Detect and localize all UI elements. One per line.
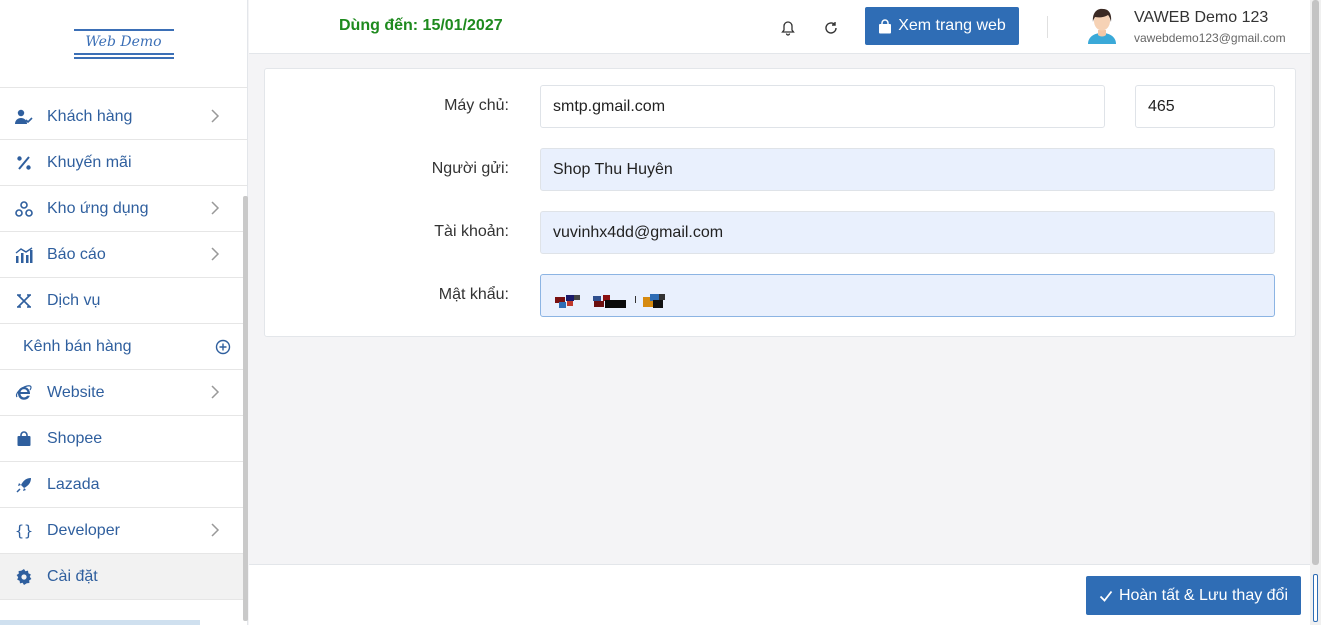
chevron-right-icon [211, 109, 220, 123]
sidebar-item-label: Khách hàng [47, 107, 133, 125]
sidebar-item-label: Developer [47, 521, 120, 539]
chevron-right-icon [211, 247, 220, 261]
page-scrollbar[interactable] [1310, 0, 1321, 625]
password-input[interactable] [540, 274, 1275, 317]
logo[interactable]: Web Demo [73, 27, 174, 61]
chevron-right-icon [211, 385, 220, 399]
apps-icon [14, 199, 34, 219]
sidebar-menu: Khách hàng Khuyến mãi Kho ứng dụng Báo c… [0, 94, 247, 600]
sender-input[interactable]: Shop Thu Huyên [540, 148, 1275, 191]
expiry-date: Dùng đến: 15/01/2027 [339, 17, 503, 34]
refresh-icon[interactable] [823, 20, 839, 36]
sidebar-item-label: Khuyến mãi [47, 153, 132, 171]
service-icon [14, 291, 34, 311]
account-label: Tài khoản: [434, 223, 509, 240]
sidebar-item-khach-hang[interactable]: Khách hàng [0, 94, 247, 140]
port-input[interactable]: 465 [1135, 85, 1275, 128]
user-check-icon [14, 107, 34, 127]
gear-icon [14, 567, 34, 587]
sidebar-item-label: Kênh bán hàng [23, 337, 132, 355]
server-row: Máy chủ: smtp.gmail.com 465 [265, 85, 1295, 129]
user-name[interactable]: VAWEB Demo 123 [1134, 9, 1268, 27]
sender-row: Người gửi: Shop Thu Huyên [265, 148, 1295, 192]
save-changes-button[interactable]: Hoàn tất & Lưu thay đổi [1086, 576, 1301, 615]
page-bottom-edge [0, 620, 200, 625]
sidebar-item-label: Cài đặt [47, 567, 98, 585]
header-divider [1047, 16, 1048, 38]
top-header: Dùng đến: 15/01/2027 Xem trang web VAWEB… [249, 0, 1310, 54]
scrollbar-thumb[interactable] [1312, 0, 1319, 565]
sidebar: Web Demo Khách hàng Khuyến mãi Kho ứng d… [0, 0, 248, 625]
rocket-icon [14, 475, 34, 495]
shopping-bag-icon [14, 429, 34, 449]
save-changes-label: Hoàn tất & Lưu thay đổi [1118, 586, 1289, 604]
password-label: Mật khẩu: [438, 286, 509, 303]
server-label: Máy chủ: [444, 97, 509, 114]
sidebar-item-label: Kho ứng dụng [47, 199, 149, 217]
sidebar-item-lazada[interactable]: Lazada [0, 462, 247, 508]
sidebar-item-khuyen-mai[interactable]: Khuyến mãi [0, 140, 247, 186]
bell-icon[interactable] [780, 20, 796, 36]
check-icon [1099, 590, 1113, 602]
sidebar-item-shopee[interactable]: Shopee [0, 416, 247, 462]
scrollbar-edge [1313, 574, 1318, 622]
shopping-bag-icon [879, 18, 892, 33]
form-footer: Hoàn tất & Lưu thay đổi [249, 564, 1310, 625]
percent-icon [14, 153, 34, 173]
sender-label: Người gửi: [431, 160, 509, 177]
ie-icon [14, 383, 34, 403]
smtp-settings-card: Máy chủ: smtp.gmail.com 465 Người gửi: S… [264, 68, 1296, 337]
sidebar-item-website[interactable]: Website [0, 370, 247, 416]
sidebar-item-kenh-ban-hang[interactable]: Kênh bán hàng [0, 324, 247, 370]
account-row: Tài khoản: vuvinhx4dd@gmail.com [265, 211, 1295, 255]
sidebar-item-label: Shopee [47, 429, 103, 447]
sidebar-item-label: Dịch vụ [47, 291, 101, 309]
logo-area: Web Demo [0, 0, 247, 88]
sidebar-item-bao-cao[interactable]: Báo cáo [0, 232, 247, 278]
chart-icon [14, 245, 34, 265]
account-input[interactable]: vuvinhx4dd@gmail.com [540, 211, 1275, 254]
plus-circle-icon[interactable] [215, 339, 231, 355]
sidebar-item-label: Website [47, 383, 105, 401]
sidebar-item-label: Báo cáo [47, 245, 106, 263]
chevron-right-icon [211, 523, 220, 537]
password-row: Mật khẩu: [265, 274, 1295, 318]
view-website-button[interactable]: Xem trang web [865, 7, 1019, 45]
braces-icon: {} [14, 521, 34, 540]
sidebar-item-kho-ung-dung[interactable]: Kho ứng dụng [0, 186, 247, 232]
sidebar-item-label: Lazada [47, 475, 100, 493]
logo-text: Web Demo [85, 33, 162, 50]
sidebar-item-dich-vu[interactable]: Dịch vụ [0, 278, 247, 324]
sidebar-scrollbar[interactable] [243, 196, 248, 621]
view-website-label: Xem trang web [898, 17, 1006, 34]
avatar[interactable] [1085, 6, 1119, 44]
redacted-password [555, 293, 665, 308]
sidebar-item-cai-dat[interactable]: Cài đặt [0, 554, 247, 600]
server-input[interactable]: smtp.gmail.com [540, 85, 1105, 128]
user-email: vawebdemo123@gmail.com [1134, 31, 1286, 45]
sidebar-item-developer[interactable]: {} Developer [0, 508, 247, 554]
chevron-right-icon [211, 201, 220, 215]
